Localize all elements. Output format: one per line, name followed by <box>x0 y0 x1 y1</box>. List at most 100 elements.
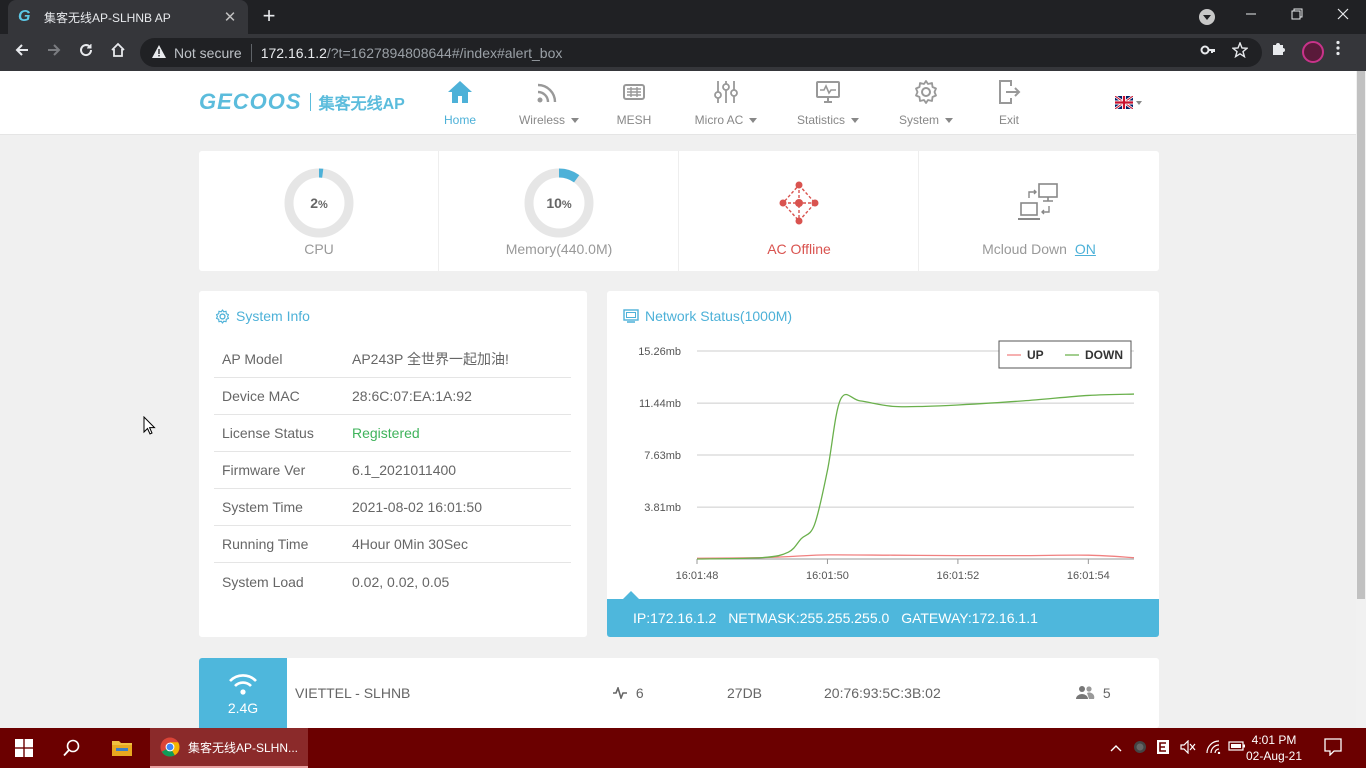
x-tick-label: 16:01:48 <box>676 570 719 582</box>
url-host: 172.16.1.2 <box>260 44 327 61</box>
nav-exit[interactable]: Exit <box>994 79 1024 127</box>
notifications-icon[interactable] <box>1324 738 1342 761</box>
taskbar-app-label: 集客无线AP-SLHN... <box>188 740 299 755</box>
exit-icon <box>994 79 1024 105</box>
series-line-down <box>696 393 1135 560</box>
cpu-label: CPU <box>304 241 334 257</box>
home-browser-icon[interactable] <box>106 40 130 64</box>
monitor-pulse-icon <box>794 79 862 105</box>
nav-statistics-label: Statistics <box>794 113 862 127</box>
info-value: 28:6C:07:EA:1A:92 <box>352 388 472 404</box>
mcloud-on-link[interactable]: ON <box>1075 241 1096 257</box>
bookmark-star-icon[interactable] <box>1231 41 1249 61</box>
forward-arrow-icon[interactable] <box>42 40 66 64</box>
ssid-list-item[interactable]: 2.4G VIETTEL - SLHNB 6 27DB 20:76:93:5C:… <box>199 658 1159 728</box>
nav-statistics[interactable]: Statistics <box>794 79 862 127</box>
extensions-puzzle-icon[interactable] <box>1271 40 1287 61</box>
info-key: Device MAC <box>222 388 300 404</box>
nav-system-label: System <box>896 113 956 127</box>
y-tick-label: 15.26mb <box>638 346 681 358</box>
memory-value-unit: % <box>561 199 572 211</box>
language-dropdown-icon[interactable] <box>1136 101 1142 105</box>
cpu-value-number: 2 <box>310 195 318 211</box>
nav-system[interactable]: System <box>896 79 956 127</box>
restore-button[interactable] <box>1274 0 1320 32</box>
address-divider <box>250 43 252 62</box>
keyboard-language-icon[interactable] <box>1157 740 1169 757</box>
ssid-name: VIETTEL - SLHNB <box>295 685 411 701</box>
nav-wireless-label: Wireless <box>516 113 582 127</box>
warning-icon <box>152 44 166 61</box>
tab-search-icon[interactable] <box>1199 9 1215 25</box>
speaker-muted-icon[interactable] <box>1180 739 1196 757</box>
info-value: 4Hour 0Min 30Sec <box>352 536 468 552</box>
back-arrow-icon[interactable] <box>10 40 34 64</box>
info-key: System Load <box>222 573 304 590</box>
file-explorer-icon[interactable] <box>102 728 142 768</box>
system-info-table: AP Model AP243P 全世界一起加油! Device MAC 28:6C:… <box>214 341 571 600</box>
tab-title: 集客无线AP-SLHNB AP <box>44 10 171 25</box>
pulse-icon <box>613 685 627 701</box>
reload-icon[interactable] <box>74 40 98 64</box>
wifi-icon <box>516 79 582 105</box>
network-status-title-text: Network Status(1000M) <box>645 308 793 324</box>
channel-value: 6 <box>635 685 644 701</box>
url-path: /?t=1627894808644#/index#alert_box <box>326 44 563 61</box>
chevron-up-icon[interactable] <box>1110 740 1122 755</box>
netmask: NETMASK:255.255.255.0 <box>728 610 890 626</box>
network-monitor-icon <box>623 309 639 323</box>
gecoos-logo: GECOOS 集客无线AP <box>199 89 405 115</box>
logo-chinese-text: 集客无线AP <box>318 96 405 113</box>
uk-flag-icon[interactable] <box>1115 96 1133 109</box>
new-tab-button[interactable]: + <box>258 5 280 28</box>
nav-home[interactable]: Home <box>444 79 476 127</box>
address-bar[interactable]: Not secure 172.16.1.2 /?t=1627894808644#… <box>140 38 1262 67</box>
browser-menu-icon[interactable] <box>1336 40 1340 61</box>
logo-separator <box>309 93 311 111</box>
scrollbar-thumb[interactable] <box>1357 71 1365 599</box>
license-status-value: Registered <box>352 425 420 441</box>
not-secure-label[interactable]: Not secure <box>174 45 242 61</box>
nav-mesh[interactable]: MESH <box>616 79 652 127</box>
router-header: GECOOS 集客无线AP Home Wireless MESH Micro A… <box>0 71 1356 135</box>
ac-network-icon <box>779 181 819 225</box>
wifi-tray-icon[interactable] <box>1206 740 1222 757</box>
logo-latin-text: GECOOS <box>199 89 302 114</box>
legend-label: DOWN <box>1085 348 1123 362</box>
memory-value-number: 10 <box>546 195 562 211</box>
mesh-icon <box>616 79 652 105</box>
taskbar-clock[interactable]: 4:01 PM 02-Aug-21 <box>1244 732 1304 764</box>
browser-tab[interactable]: G 集客无线AP-SLHNB AP ✕ <box>8 0 248 34</box>
network-status-title: Network Status(1000M) <box>623 308 792 324</box>
search-icon[interactable] <box>52 728 92 768</box>
nav-statistics-text: Statistics <box>796 113 845 127</box>
network-status-panel: Network Status(1000M) 3.81mb 7.63mb 11.44m… <box>607 291 1159 637</box>
mcloud-status: Mcloud Down ON <box>919 151 1159 271</box>
page-scrollbar[interactable] <box>1356 71 1366 728</box>
key-icon[interactable] <box>1200 42 1216 61</box>
nav-home-label: Home <box>444 113 477 127</box>
nav-micro-ac[interactable]: Micro AC <box>692 79 760 127</box>
nav-exit-label: Exit <box>998 113 1019 127</box>
bssid-value: 20:76:93:5C:3B:02 <box>824 685 941 701</box>
info-value: 6.1_2021011400 <box>352 462 457 478</box>
channel-cell: 6 <box>613 685 644 701</box>
users-icon <box>1076 686 1095 699</box>
tray-app-icon[interactable] <box>1133 740 1147 757</box>
ip-address: IP:172.16.1.2 <box>633 610 717 626</box>
nav-mesh-label: MESH <box>616 113 652 127</box>
minimize-button[interactable] <box>1228 0 1274 32</box>
y-tick-label: 11.44mb <box>639 398 681 410</box>
ac-status[interactable]: AC Offline <box>679 151 919 271</box>
windows-start-icon[interactable] <box>0 728 48 768</box>
memory-value: 10% <box>524 168 594 238</box>
tab-close-icon[interactable]: ✕ <box>222 8 238 26</box>
x-tick-label: 16:01:50 <box>806 570 849 582</box>
clients-cell[interactable]: 5 <box>1075 685 1111 701</box>
close-window-button[interactable] <box>1320 0 1366 32</box>
memory-status: 10% Memory(440.0M) <box>439 151 679 271</box>
nav-wireless[interactable]: Wireless <box>516 79 582 127</box>
chrome-taskbar-app[interactable]: 集客无线AP-SLHN... <box>150 728 308 768</box>
profile-avatar[interactable] <box>1302 41 1324 63</box>
sliders-icon <box>692 79 760 105</box>
